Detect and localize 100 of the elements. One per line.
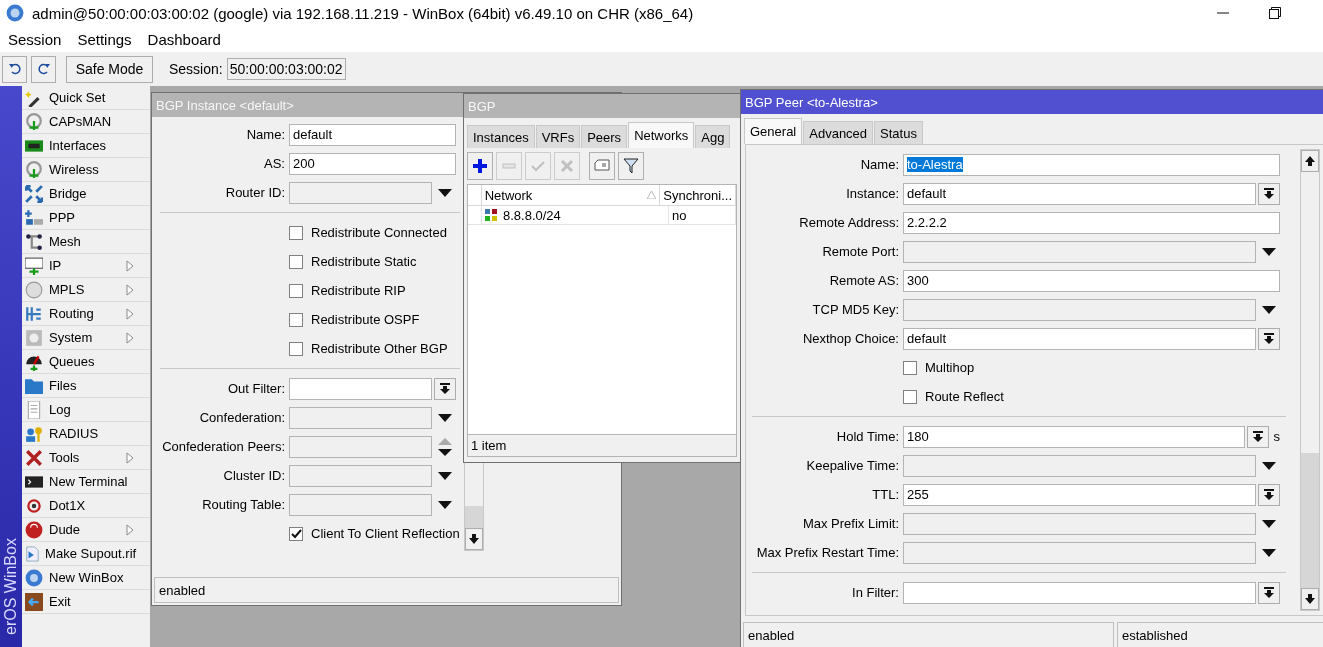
sidebar-item[interactable]: Interfaces [22, 134, 150, 158]
crossing-arrows-icon [25, 304, 43, 323]
undo-button[interactable] [2, 55, 27, 83]
input-field[interactable] [289, 493, 432, 516]
sidebar-item[interactable]: Log [22, 398, 150, 422]
list-plus-icon [25, 208, 43, 227]
menu-item[interactable]: Session [0, 30, 70, 48]
redo-button[interactable] [31, 55, 56, 83]
dropdown-button[interactable] [1258, 581, 1280, 604]
toolbar-button[interactable] [618, 152, 644, 180]
tab[interactable]: General [744, 118, 803, 144]
input-field[interactable] [289, 406, 432, 429]
toolbar-button[interactable] [467, 152, 493, 180]
checkbox[interactable] [289, 283, 303, 298]
input-field[interactable] [903, 298, 1256, 321]
input-field[interactable]: default [289, 123, 456, 146]
input-field[interactable]: 180 [903, 425, 1245, 448]
input-field[interactable] [903, 454, 1256, 477]
checkbox[interactable] [903, 360, 917, 375]
input-field[interactable] [289, 435, 432, 458]
input-field[interactable] [903, 581, 1256, 604]
field-label: In Filter: [851, 585, 900, 600]
input-field[interactable]: 300 [903, 269, 1280, 292]
dropdown-button[interactable] [1246, 425, 1269, 448]
sidebar-item[interactable]: New Terminal [22, 470, 150, 494]
scrollbar[interactable] [1300, 149, 1320, 611]
input-field[interactable] [903, 240, 1256, 263]
input-field[interactable]: to-Alestra [903, 153, 1280, 176]
field-label: Routing Table: [201, 497, 286, 512]
tab[interactable]: Status [874, 121, 923, 144]
menu-item[interactable]: Settings [69, 30, 140, 48]
dropdown-button[interactable] [434, 377, 456, 400]
dropdown-button[interactable] [1258, 182, 1280, 205]
safe-mode-button[interactable]: Safe Mode [66, 55, 153, 83]
scroll-down-button[interactable] [465, 528, 483, 550]
field-label: Max Prefix Limit: [801, 516, 900, 531]
dropdown-button[interactable] [1258, 327, 1280, 350]
sidebar-item[interactable]: Mesh [22, 230, 150, 254]
input-field[interactable] [903, 541, 1256, 564]
dropdown-button[interactable] [1258, 483, 1280, 506]
checkbox[interactable] [289, 526, 303, 541]
checkbox[interactable] [903, 389, 917, 404]
sidebar-item[interactable]: Queues [22, 350, 150, 374]
checkbox-label: Redistribute Other BGP [311, 341, 448, 356]
field-label: Name: [859, 157, 900, 172]
column-header[interactable]: Synchroni... [660, 185, 736, 205]
tab[interactable]: Networks [628, 122, 695, 148]
checkbox[interactable] [289, 225, 303, 240]
sidebar-item[interactable]: New WinBox [22, 566, 150, 590]
checkbox[interactable] [289, 341, 303, 356]
sidebar-item[interactable]: CAPsMAN [22, 110, 150, 134]
field-label: AS: [263, 156, 286, 171]
sidebar-item[interactable]: PPP [22, 206, 150, 230]
status-text: 1 item [468, 434, 736, 456]
input-field[interactable]: 200 [289, 152, 456, 175]
scroll-down-button[interactable] [1301, 588, 1319, 610]
check-icon [530, 158, 546, 174]
sidebar-item[interactable]: Tools [22, 446, 150, 470]
tab[interactable]: Agg [695, 125, 731, 148]
sidebar-item[interactable]: RADIUS [22, 422, 150, 446]
sidebar-item[interactable]: Bridge [22, 182, 150, 206]
input-field[interactable] [289, 377, 432, 400]
checkbox[interactable] [289, 254, 303, 269]
input-field[interactable] [289, 464, 432, 487]
sidebar-item[interactable]: IP [22, 254, 150, 278]
input-field[interactable]: 255 [903, 483, 1256, 506]
sidebar-item[interactable]: Make Supout.rif [22, 542, 150, 566]
field-label: Cluster ID: [222, 468, 286, 483]
sidebar-item[interactable]: Wireless [22, 158, 150, 182]
tab[interactable]: Instances [467, 125, 535, 148]
note-icon [594, 158, 610, 174]
sidebar-item[interactable]: Dude [22, 518, 150, 542]
input-field[interactable]: default [903, 182, 1256, 205]
checkbox[interactable] [289, 312, 303, 327]
sidebar-item[interactable]: Exit [22, 590, 150, 614]
input-field[interactable] [903, 512, 1256, 535]
menu-item[interactable]: Dashboard [139, 30, 229, 48]
sidebar-item[interactable]: Files [22, 374, 150, 398]
sidebar-item[interactable]: Dot1X [22, 494, 150, 518]
scrollbar-thumb[interactable] [465, 506, 483, 528]
column-header[interactable]: Network [481, 185, 661, 205]
redo-icon [37, 63, 50, 75]
field-label: Nexthop Choice: [801, 331, 900, 346]
sidebar-item[interactable]: Routing [22, 302, 150, 326]
sidebar-item[interactable]: MPLS [22, 278, 150, 302]
input-field[interactable]: default [903, 327, 1256, 350]
document-icon [25, 400, 43, 419]
field-label: Name: [245, 127, 286, 142]
input-field[interactable]: 2.2.2.2 [903, 211, 1280, 234]
sidebar-item[interactable]: System [22, 326, 150, 350]
scroll-up-button[interactable] [1301, 150, 1319, 172]
input-field[interactable] [289, 181, 432, 204]
tab[interactable]: VRFs [535, 125, 581, 148]
tab[interactable]: Advanced [803, 121, 874, 144]
tab[interactable]: Peers [581, 125, 628, 148]
dropdown-arrow-icon [438, 500, 452, 509]
node-tree-icon [25, 232, 43, 251]
dropdown-arrow-icon [438, 188, 452, 197]
scrollbar-thumb[interactable] [1301, 453, 1319, 588]
dropdown-arrow-icon [1264, 587, 1274, 598]
